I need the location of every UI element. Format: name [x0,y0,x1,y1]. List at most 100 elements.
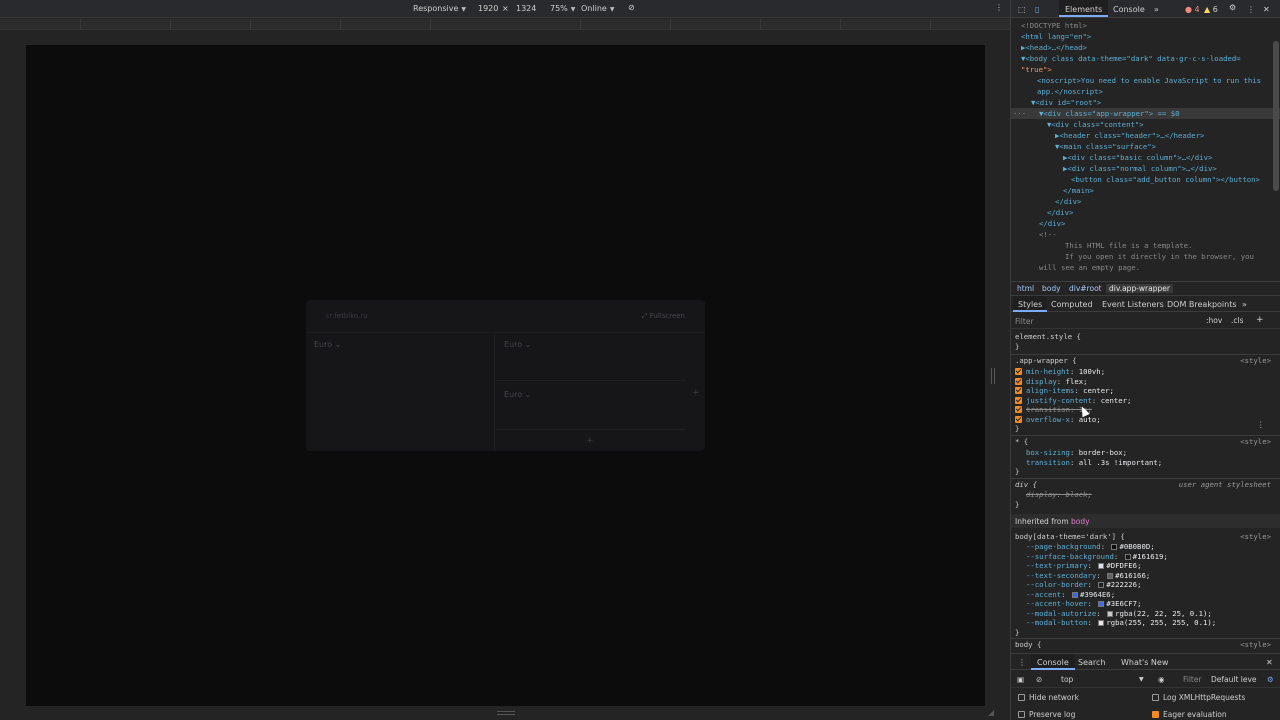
dom-scrollbar[interactable] [1273,41,1279,191]
inspect-element-icon[interactable]: ⬚ [1018,5,1026,14]
checkbox-icon[interactable] [1015,377,1022,385]
rule-selector[interactable]: body { [1015,640,1041,649]
resize-corner-icon[interactable]: ◢ [988,708,994,717]
tab-styles[interactable]: Styles [1013,296,1048,312]
dom-node[interactable]: </div> [1047,207,1073,218]
log-level-select[interactable]: Default leve [1211,675,1257,684]
hide-network-checkbox[interactable]: Hide network [1018,693,1079,702]
new-rule-button[interactable]: + [1256,315,1264,325]
drawer-menu-icon[interactable]: ⋮ [1018,658,1026,667]
fullscreen-button[interactable]: ⤢ Fullscreen [642,312,685,321]
rule-selector[interactable]: .app-wrapper { [1015,356,1077,365]
zoom-select[interactable]: 75% ▼ [550,4,575,13]
dom-node[interactable]: <!DOCTYPE html> [1021,20,1087,31]
checkbox-icon[interactable] [1015,415,1022,423]
css-variable[interactable]: --text-primary: #DFDFE6; [1026,561,1141,570]
dom-node[interactable]: app.</noscript> [1037,86,1103,97]
settings-gear-icon[interactable]: ⚙ [1267,675,1274,684]
element-style-selector[interactable]: element.style { [1015,332,1081,341]
currency-select[interactable]: Euro ⌄ [504,340,531,349]
dom-comment[interactable]: <!-- [1039,229,1057,240]
device-toggle-icon[interactable]: ▯ [1035,5,1039,14]
sidebar-toggle-icon[interactable]: ▣ [1017,675,1024,684]
error-badge[interactable]: ● 4 [1185,5,1200,14]
css-variable[interactable]: --surface-background: #161619; [1026,552,1168,561]
rule-selector[interactable]: * { [1015,437,1028,446]
inherited-link[interactable]: body [1071,517,1090,526]
color-swatch[interactable] [1124,553,1131,560]
close-drawer-icon[interactable]: ✕ [1266,658,1273,667]
dom-node[interactable]: </main> [1063,185,1094,196]
checkbox-icon[interactable] [1015,368,1022,375]
tab-elements[interactable]: Elements [1059,0,1109,17]
warning-badge[interactable]: ▲ 6 [1204,5,1218,14]
dom-node[interactable]: ▼<div id="root"> [1031,97,1101,108]
css-variable[interactable]: --text-secondary: #616166; [1026,571,1150,580]
color-swatch[interactable] [1071,591,1078,598]
add-card-button[interactable]: + [586,436,594,446]
tab-search[interactable]: Search [1078,658,1105,667]
resize-handle-right[interactable] [991,368,995,384]
ellipsis-icon[interactable]: ··· [1013,108,1026,119]
dom-node[interactable]: ▼<div class="content"> [1047,119,1144,130]
dom-node-selected[interactable]: ▼<div class="app-wrapper"> == $0 [1039,108,1180,119]
eye-icon[interactable]: ◉ [1158,675,1165,684]
resize-handle-bottom[interactable] [497,711,515,715]
dom-node[interactable]: ▶<header class="header">…</header> [1055,130,1204,141]
breadcrumb-item[interactable]: body [1042,284,1061,293]
preserve-log-checkbox[interactable]: Preserve log [1018,710,1075,719]
dom-node[interactable]: "true"> [1021,64,1052,75]
tab-dom-breakpoints[interactable]: DOM Breakpoints [1167,300,1237,309]
tab-computed[interactable]: Computed [1051,300,1093,309]
checkbox-icon[interactable] [1015,387,1022,394]
css-property[interactable]: align-items: center; [1015,386,1114,395]
color-swatch[interactable] [1098,563,1105,569]
hover-state-toggle[interactable]: :hov [1206,316,1222,325]
rule-source-link[interactable]: <style> [1240,437,1271,446]
dom-node[interactable]: ▶<head>…</head> [1021,42,1087,53]
dom-node[interactable]: ▶<div class="normal column">…</div> [1063,163,1217,174]
kebab-menu-icon[interactable]: ⋮ [1257,420,1264,429]
color-swatch[interactable] [1107,572,1114,579]
color-swatch[interactable] [1098,582,1105,588]
tab-console[interactable]: Console [1113,5,1145,14]
css-variable[interactable]: --page-background: #0B0B0D; [1026,542,1155,551]
media-query-bar[interactable] [0,19,1010,30]
css-variable[interactable]: --modal-autorize: rgba(22, 22, 25, 0.1); [1026,609,1212,618]
console-filter-input[interactable]: Filter [1183,675,1202,684]
dom-node[interactable]: </div> [1055,196,1081,207]
dom-node[interactable]: <noscript>You need to enable JavaScript … [1037,75,1261,86]
dom-node[interactable]: ▶<div class="basic column">…</div> [1063,152,1212,163]
rule-source-link[interactable]: <style> [1240,532,1271,541]
color-swatch[interactable] [1098,601,1105,607]
add-column-button[interactable]: + [692,388,700,398]
app-domain[interactable]: cr.fetbiko.ru [326,312,368,320]
rule-selector[interactable]: body[data-theme='dark'] { [1015,532,1125,541]
color-swatch[interactable] [1111,544,1118,550]
css-property[interactable]: overflow-x: auto; [1015,415,1101,424]
checkbox-icon[interactable] [1015,406,1022,413]
device-mode-select[interactable]: Responsive ▼ [413,4,466,13]
gear-icon[interactable]: ⚙ [1229,3,1236,12]
more-tabs-icon[interactable]: » [1242,300,1247,309]
kebab-menu-icon[interactable]: ⋮ [1247,5,1255,14]
close-icon[interactable]: ✕ [1263,5,1270,14]
height-input[interactable]: 1324 [516,4,536,13]
dom-node[interactable]: <button class="add_button column"></butt… [1071,174,1260,185]
styles-filter-input[interactable] [1015,315,1200,327]
breadcrumb-item[interactable]: div#root [1069,284,1102,293]
rotate-icon[interactable]: ⊘ [628,3,635,12]
color-swatch[interactable] [1098,620,1105,626]
tab-whats-new[interactable]: What's New [1121,658,1168,667]
more-options-icon[interactable]: ⋮ [995,3,1003,12]
context-select[interactable]: top [1061,675,1073,684]
breadcrumb-item[interactable]: html [1017,284,1034,293]
dom-node[interactable]: ▼<body class data-theme="dark" data-gr-c… [1021,53,1241,64]
dom-node[interactable]: <html lang="en"> [1021,31,1091,42]
css-property[interactable]: transition: all .3s !important; [1026,458,1162,467]
tab-console-drawer[interactable]: Console [1031,654,1075,670]
network-select[interactable]: Online ▼ [581,4,614,13]
css-property[interactable]: box-sizing: border-box; [1026,448,1127,457]
class-toggle[interactable]: .cls [1231,316,1244,325]
more-tabs-icon[interactable]: » [1154,5,1159,14]
